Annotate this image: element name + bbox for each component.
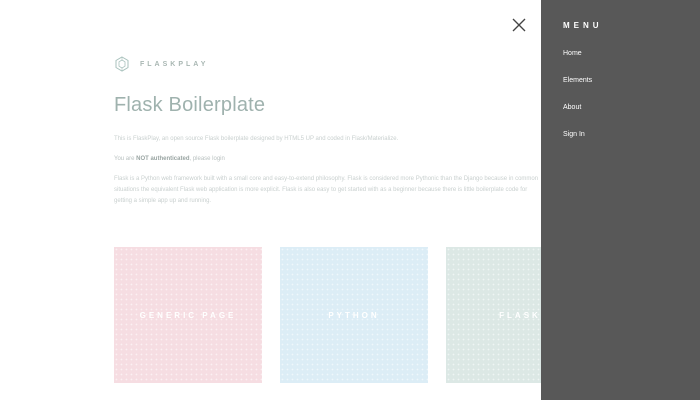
menu-item-sign-in[interactable]: Sign In <box>563 131 592 158</box>
close-menu-button[interactable] <box>510 16 528 34</box>
menu-item-about[interactable]: About <box>563 104 592 131</box>
menu-item-elements[interactable]: Elements <box>563 77 592 104</box>
side-menu: MENU Home Elements About Sign In <box>541 0 700 400</box>
intro-paragraph: This is FlaskPlay, an open source Flask … <box>114 136 399 142</box>
auth-status-prefix: You are <box>114 156 135 162</box>
menu-item-home[interactable]: Home <box>563 50 592 77</box>
page-title: Flask Boilerplate <box>114 94 266 116</box>
auth-status-suffix: , please login <box>189 156 225 162</box>
tile-grid: GENERIC PAGE PYTHON FLASK <box>114 247 594 383</box>
hexagon-logo-icon <box>115 56 129 72</box>
tile-generic-page[interactable]: GENERIC PAGE <box>114 247 262 383</box>
brand-name: FLASKPLAY <box>140 60 209 68</box>
close-icon <box>512 18 526 32</box>
auth-status-paragraph: You are NOT authenticated, please login <box>114 154 225 165</box>
menu-title: MENU <box>563 21 603 30</box>
brand-logo[interactable]: FLASKPLAY <box>114 56 208 72</box>
tile-label: FLASK <box>499 310 541 320</box>
description-paragraph: Flask is a Python web framework built wi… <box>114 176 539 204</box>
tile-python[interactable]: PYTHON <box>280 247 428 383</box>
tile-label: PYTHON <box>328 310 380 320</box>
tile-label: GENERIC PAGE <box>139 310 237 320</box>
auth-status-bold: NOT authenticated <box>136 156 190 162</box>
page: FLASKPLAY Flask Boilerplate This is Flas… <box>0 0 700 400</box>
menu-list: Home Elements About Sign In <box>563 50 592 158</box>
